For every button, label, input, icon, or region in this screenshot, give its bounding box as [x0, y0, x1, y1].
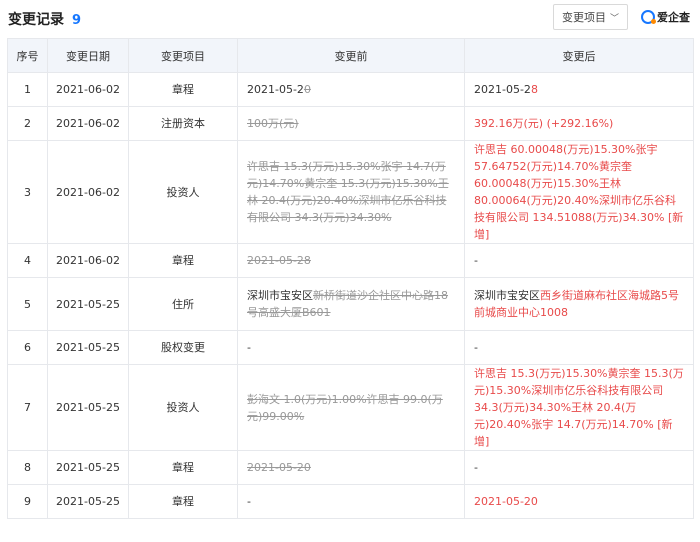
- table-header-row: 序号 变更日期 变更项目 变更前 变更后: [7, 38, 694, 73]
- cell-item: 章程: [128, 243, 238, 278]
- cell-after: 392.16万(元) (+292.16%): [464, 106, 694, 141]
- cell-after: 许思吉 15.3(万元)15.30%黄宗奎 15.3(万元)15.30%深圳市亿…: [464, 364, 694, 451]
- added-text: 392.16万(元) (+292.16%): [474, 117, 614, 130]
- cell-before: 2021-05-20: [237, 450, 465, 485]
- cell-before: 2021-05-20: [237, 72, 465, 107]
- cell-after: 2021-05-28: [464, 72, 694, 107]
- brand: 爱企查: [641, 9, 690, 25]
- removed-text: 2021-05-20: [247, 461, 311, 474]
- cell-after: -: [464, 330, 694, 365]
- aiqicha-logo-icon: [641, 10, 656, 24]
- before-text: -: [247, 341, 251, 354]
- table-row: 1 2021-06-02 章程 2021-05-20 2021-05-28: [7, 72, 694, 107]
- section-header: 变更记录 9 变更项目 ﹀ 爱企查: [0, 0, 700, 37]
- after-text: -: [474, 254, 478, 267]
- removed-text: 许思吉 15.3(万元)15.30%张宇 14.7(万元)14.70%黄宗奎 1…: [247, 160, 449, 224]
- brand-name: 爱企查: [657, 11, 690, 24]
- change-records-table: 序号 变更日期 变更项目 变更前 变更后 1 2021-06-02 章程 202…: [7, 38, 694, 519]
- cell-before: 许思吉 15.3(万元)15.30%张宇 14.7(万元)14.70%黄宗奎 1…: [237, 140, 465, 244]
- column-header-after: 变更后: [464, 38, 694, 73]
- cell-no: 3: [7, 140, 48, 244]
- table-row: 2 2021-06-02 注册资本 100万(元) 392.16万(元) (+2…: [7, 106, 694, 141]
- section-title: 变更记录: [8, 12, 64, 28]
- removed-text: 100万(元): [247, 117, 299, 130]
- cell-item: 投资人: [128, 364, 238, 451]
- cell-no: 8: [7, 450, 48, 485]
- cell-before: -: [237, 330, 465, 365]
- cell-no: 1: [7, 72, 48, 107]
- title-group: 变更记录 9: [8, 9, 81, 29]
- column-header-item: 变更项目: [128, 38, 238, 73]
- table-row: 3 2021-06-02 投资人 许思吉 15.3(万元)15.30%张宇 14…: [7, 140, 694, 244]
- cell-item: 章程: [128, 72, 238, 107]
- table-row: 7 2021-05-25 投资人 彭海文 1.0(万元)1.00%许思吉 99.…: [7, 364, 694, 451]
- column-header-no: 序号: [7, 38, 48, 73]
- added-text: 8: [530, 83, 538, 96]
- added-text: 许思吉 60.00048(万元)15.30%张宇 57.64752(万元)14.…: [474, 143, 684, 241]
- added-text: 许思吉 15.3(万元)15.30%黄宗奎 15.3(万元)15.30%深圳市亿…: [474, 367, 684, 448]
- cell-no: 4: [7, 243, 48, 278]
- cell-before: -: [237, 484, 465, 519]
- cell-date: 2021-05-25: [47, 277, 129, 331]
- cell-date: 2021-05-25: [47, 364, 129, 451]
- cell-before: 彭海文 1.0(万元)1.00%许思吉 99.0(万元)99.00%: [237, 364, 465, 451]
- after-text: 深圳市宝安区: [474, 289, 540, 302]
- before-text: 2021-05-2: [247, 83, 304, 96]
- cell-no: 5: [7, 277, 48, 331]
- column-header-date: 变更日期: [47, 38, 129, 73]
- added-text: 2021-05-20: [474, 495, 538, 508]
- cell-before: 2021-05-28: [237, 243, 465, 278]
- before-text: -: [247, 495, 251, 508]
- cell-date: 2021-06-02: [47, 106, 129, 141]
- table-row: 9 2021-05-25 章程 - 2021-05-20: [7, 484, 694, 519]
- removed-text: 彭海文 1.0(万元)1.00%许思吉 99.0(万元)99.00%: [247, 392, 443, 423]
- removed-text: 0: [303, 83, 311, 96]
- after-text: -: [474, 461, 478, 474]
- cell-date: 2021-06-02: [47, 72, 129, 107]
- removed-text: 2021-05-28: [247, 254, 311, 267]
- cell-after: 深圳市宝安区西乡街道麻布社区海城路5号前城商业中心1008: [464, 277, 694, 331]
- cell-date: 2021-06-02: [47, 140, 129, 244]
- after-text: -: [474, 341, 478, 354]
- cell-no: 7: [7, 364, 48, 451]
- cell-after: 2021-05-20: [464, 484, 694, 519]
- table-row: 8 2021-05-25 章程 2021-05-20 -: [7, 450, 694, 485]
- cell-item: 注册资本: [128, 106, 238, 141]
- table-row: 6 2021-05-25 股权变更 - -: [7, 330, 694, 365]
- chevron-down-icon: ﹀: [609, 13, 619, 24]
- cell-item: 股权变更: [128, 330, 238, 365]
- before-text: 深圳市宝安区: [247, 289, 313, 302]
- cell-before: 100万(元): [237, 106, 465, 141]
- cell-item: 章程: [128, 484, 238, 519]
- cell-date: 2021-06-02: [47, 243, 129, 278]
- cell-after: -: [464, 450, 694, 485]
- table-row: 5 2021-05-25 住所 深圳市宝安区新桥街道沙企社区中心路18号高盛大厦…: [7, 277, 694, 331]
- cell-no: 2: [7, 106, 48, 141]
- cell-after: -: [464, 243, 694, 278]
- record-count: 9: [72, 13, 82, 28]
- cell-after: 许思吉 60.00048(万元)15.30%张宇 57.64752(万元)14.…: [464, 140, 694, 244]
- after-text: 2021-05-2: [474, 83, 531, 96]
- cell-date: 2021-05-25: [47, 330, 129, 365]
- filter-label: 变更项目: [561, 11, 606, 24]
- cell-date: 2021-05-25: [47, 484, 129, 519]
- cell-no: 6: [7, 330, 48, 365]
- cell-item: 住所: [128, 277, 238, 331]
- cell-item: 章程: [128, 450, 238, 485]
- cell-item: 投资人: [128, 140, 238, 244]
- table-row: 4 2021-06-02 章程 2021-05-28 -: [7, 243, 694, 278]
- change-item-filter-dropdown[interactable]: 变更项目 ﹀: [553, 4, 628, 30]
- column-header-before: 变更前: [237, 38, 465, 73]
- cell-date: 2021-05-25: [47, 450, 129, 485]
- cell-no: 9: [7, 484, 48, 519]
- cell-before: 深圳市宝安区新桥街道沙企社区中心路18号高盛大厦B601: [237, 277, 465, 331]
